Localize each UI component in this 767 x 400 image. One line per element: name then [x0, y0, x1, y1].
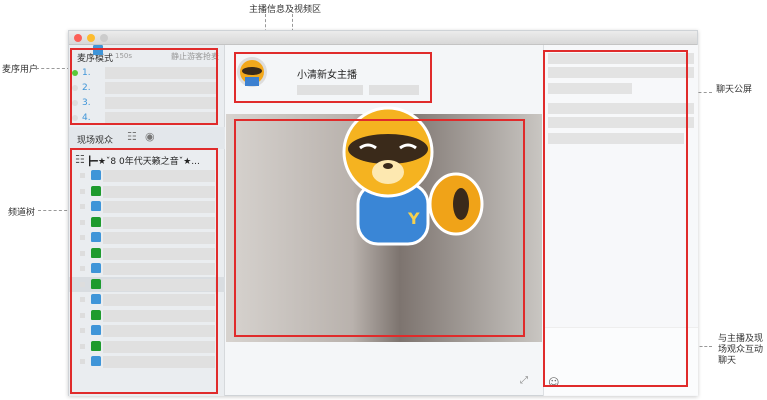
- title-bar: [69, 31, 697, 45]
- highlight-channel-tree: [70, 148, 218, 394]
- highlight-chat: [543, 50, 688, 387]
- highlight-anchor-info: [234, 52, 432, 103]
- zoom-button[interactable]: [100, 34, 108, 42]
- audience-label: 现场观众: [77, 136, 114, 146]
- annotation-channel-tree: 频道树: [8, 208, 36, 218]
- annotation-mic-users: 麦序用户: [2, 65, 39, 75]
- list-icon[interactable]: ☷: [127, 130, 137, 143]
- highlight-mic-users: [70, 48, 218, 125]
- annotation-anchor-video: 主播信息及视频区: [249, 5, 322, 15]
- annotation-interactive-chat: 与主播及现场观众互动聊天: [718, 334, 764, 366]
- location-icon[interactable]: ◉: [145, 130, 155, 143]
- minimize-button[interactable]: [87, 34, 95, 42]
- fullscreen-icon[interactable]: ⤢: [520, 375, 528, 386]
- close-button[interactable]: [74, 34, 82, 42]
- highlight-video: [234, 119, 525, 337]
- annotation-public-chat: 聊天公屏: [716, 85, 753, 95]
